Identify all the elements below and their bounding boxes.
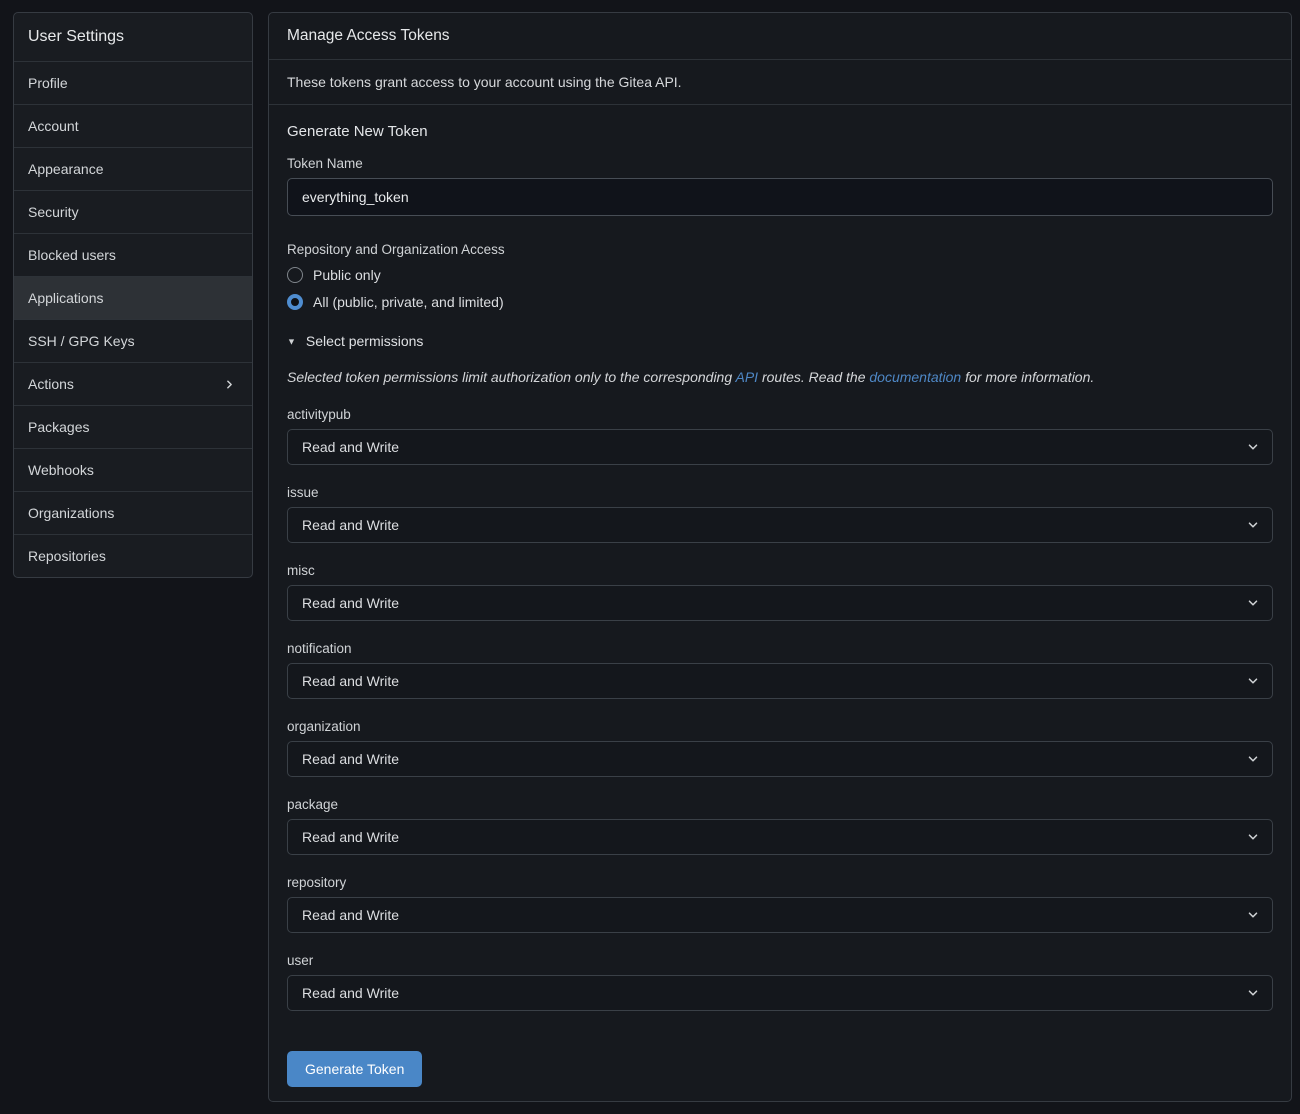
sidebar-item-repositories[interactable]: Repositories — [14, 534, 252, 577]
user-settings-sidebar: User Settings Profile Account Appearance Se… — [13, 12, 253, 578]
permission-scope-label: package — [287, 797, 1273, 812]
select-permissions-label: Select permissions — [306, 333, 424, 349]
sidebar-item-label: SSH / GPG Keys — [28, 333, 135, 349]
radio-unchecked-icon — [287, 267, 303, 283]
sidebar-item-label: Security — [28, 204, 79, 220]
permission-scope-label: misc — [287, 563, 1273, 578]
radio-label: All (public, private, and limited) — [313, 294, 504, 310]
sidebar-item-ssh-gpg-keys[interactable]: SSH / GPG Keys — [14, 319, 252, 362]
sidebar-item-profile[interactable]: Profile — [14, 61, 252, 104]
panel-title: Manage Access Tokens — [269, 13, 1291, 60]
permission-scope-label: repository — [287, 875, 1273, 890]
permission-scope-label: user — [287, 953, 1273, 968]
settings-layout: User Settings Profile Account Appearance Se… — [13, 12, 1292, 1102]
sidebar-item-appearance[interactable]: Appearance — [14, 147, 252, 190]
caret-down-icon: ▼ — [287, 337, 296, 347]
generate-token-button[interactable]: Generate Token — [287, 1051, 422, 1087]
sidebar-item-list: Profile Account Appearance Security Blocked … — [14, 61, 252, 577]
sidebar-item-blocked-users[interactable]: Blocked users — [14, 233, 252, 276]
permission-scope-label: activitypub — [287, 407, 1273, 422]
permission-row-user: user Read and Write — [287, 953, 1273, 1011]
permission-select-wrap: Read and Write — [287, 429, 1273, 465]
permission-select-organization[interactable]: Read and Write — [287, 741, 1273, 777]
permission-select-misc[interactable]: Read and Write — [287, 585, 1273, 621]
permission-select-repository[interactable]: Read and Write — [287, 897, 1273, 933]
sidebar-item-label: Profile — [28, 75, 68, 91]
manage-access-tokens-panel: Manage Access Tokens These tokens grant … — [268, 12, 1292, 1102]
permission-select-wrap: Read and Write — [287, 663, 1273, 699]
permission-select-wrap: Read and Write — [287, 507, 1273, 543]
sidebar-item-label: Applications — [28, 290, 104, 306]
radio-checked-icon — [287, 294, 303, 310]
permission-scope-label: notification — [287, 641, 1273, 656]
sidebar-title: User Settings — [14, 13, 252, 61]
sidebar-item-label: Webhooks — [28, 462, 94, 478]
permission-select-wrap: Read and Write — [287, 897, 1273, 933]
permission-select-wrap: Read and Write — [287, 819, 1273, 855]
permission-row-package: package Read and Write — [287, 797, 1273, 855]
sidebar-item-label: Actions — [28, 376, 74, 392]
note-text: routes. Read the — [758, 369, 869, 385]
permission-select-wrap: Read and Write — [287, 975, 1273, 1011]
access-radio-all-public-private-and-limited[interactable]: All (public, private, and limited) — [287, 294, 504, 310]
access-scope-label: Repository and Organization Access — [287, 242, 1273, 257]
documentation-link[interactable]: documentation — [869, 369, 961, 385]
permission-row-issue: issue Read and Write — [287, 485, 1273, 543]
permission-scope-label: issue — [287, 485, 1273, 500]
api-link[interactable]: API — [736, 369, 759, 385]
sidebar-item-security[interactable]: Security — [14, 190, 252, 233]
sidebar-item-label: Organizations — [28, 505, 114, 521]
permission-select-user[interactable]: Read and Write — [287, 975, 1273, 1011]
chevron-right-icon — [223, 378, 236, 391]
permission-row-repository: repository Read and Write — [287, 875, 1273, 933]
permissions-note: Selected token permissions limit authori… — [287, 369, 1273, 385]
sidebar-item-packages[interactable]: Packages — [14, 405, 252, 448]
token-name-input[interactable] — [287, 178, 1273, 216]
radio-label: Public only — [313, 267, 381, 283]
sidebar-item-label: Repositories — [28, 548, 106, 564]
sidebar-item-account[interactable]: Account — [14, 104, 252, 147]
generate-new-token-heading: Generate New Token — [287, 123, 1273, 140]
sidebar-item-label: Account — [28, 118, 79, 134]
permission-select-activitypub[interactable]: Read and Write — [287, 429, 1273, 465]
permission-select-wrap: Read and Write — [287, 741, 1273, 777]
permission-scope-list: activitypub Read and Write issue Read an… — [287, 407, 1273, 1011]
permission-row-activitypub: activitypub Read and Write — [287, 407, 1273, 465]
permission-row-notification: notification Read and Write — [287, 641, 1273, 699]
access-options-group: Public only All (public, private, and lim… — [287, 267, 1273, 310]
panel-description: These tokens grant access to your accoun… — [269, 60, 1291, 105]
permission-row-organization: organization Read and Write — [287, 719, 1273, 777]
sidebar-item-organizations[interactable]: Organizations — [14, 491, 252, 534]
token-name-label: Token Name — [287, 156, 1273, 171]
sidebar-item-webhooks[interactable]: Webhooks — [14, 448, 252, 491]
note-text: for more information. — [961, 369, 1094, 385]
permission-select-notification[interactable]: Read and Write — [287, 663, 1273, 699]
permission-select-package[interactable]: Read and Write — [287, 819, 1273, 855]
generate-token-form: Generate New Token Token Name Repository… — [269, 105, 1291, 1101]
access-radio-public-only[interactable]: Public only — [287, 267, 381, 283]
sidebar-item-applications[interactable]: Applications — [14, 276, 252, 319]
permission-row-misc: misc Read and Write — [287, 563, 1273, 621]
sidebar-item-label: Packages — [28, 419, 89, 435]
select-permissions-toggle[interactable]: ▼ Select permissions — [287, 333, 423, 349]
permission-scope-label: organization — [287, 719, 1273, 734]
sidebar-item-label: Blocked users — [28, 247, 116, 263]
permission-select-wrap: Read and Write — [287, 585, 1273, 621]
note-text: Selected token permissions limit authori… — [287, 369, 736, 385]
permission-select-issue[interactable]: Read and Write — [287, 507, 1273, 543]
sidebar-item-actions[interactable]: Actions — [14, 362, 252, 405]
sidebar-item-label: Appearance — [28, 161, 104, 177]
